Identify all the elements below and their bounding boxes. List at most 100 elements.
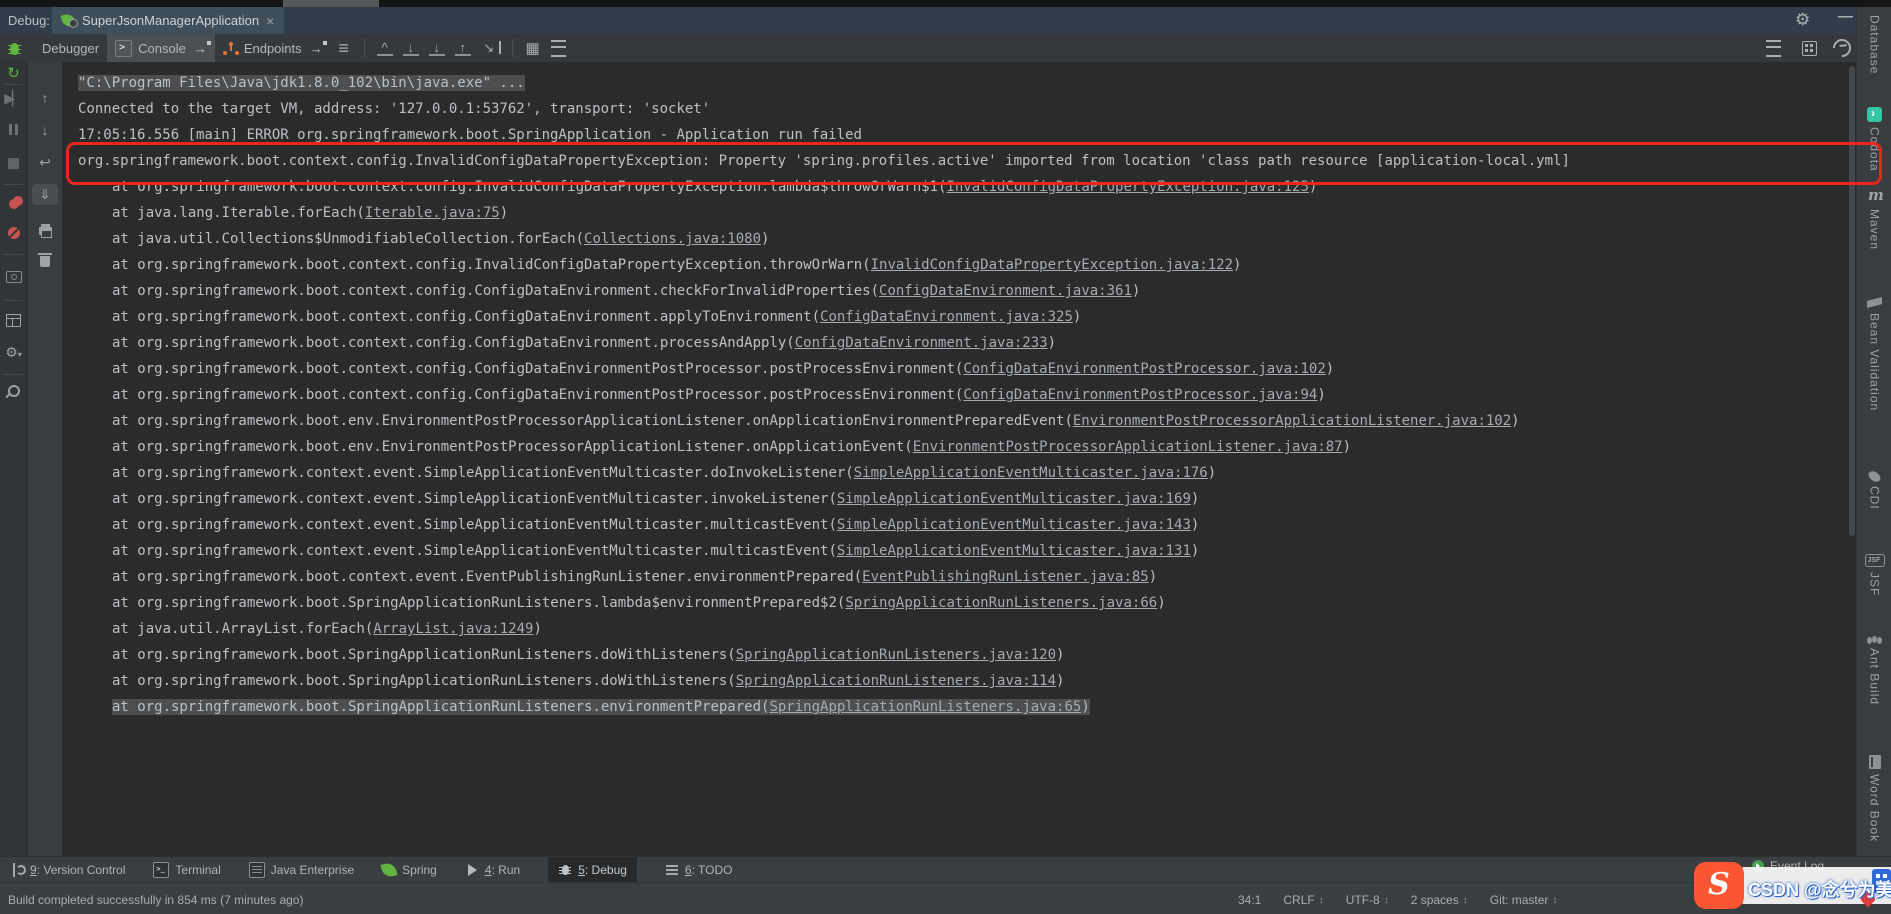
stripe-item-bean-validation[interactable]: Bean Validation <box>1857 295 1891 411</box>
line-separator[interactable]: CRLF ↕ <box>1283 893 1323 907</box>
console-line: at org.springframework.boot.context.conf… <box>112 335 1057 351</box>
stack-trace-link[interactable]: ConfigDataEnvironment.java:361 <box>879 283 1132 299</box>
debug-toolbar-row: Debugger Console → Endpoints → ≡ ^ ↓ ↓ ↑… <box>0 34 1891 62</box>
stack-trace-link[interactable]: SimpleApplicationEventMulticaster.java:1… <box>837 543 1191 559</box>
step-out-icon[interactable]: ↑ <box>454 41 471 56</box>
stripe-item-ant-build[interactable]: Ant Build <box>1857 632 1891 705</box>
stripe-item-cdi[interactable]: CDI <box>1857 469 1891 510</box>
up-stack-trace-icon[interactable]: ↑ <box>28 90 62 106</box>
git-branch[interactable]: Git: master ↕ <box>1490 893 1558 907</box>
bottom-item-debug[interactable]: 5: Debug <box>548 856 637 883</box>
console-line: org.springframework.boot.context.config.… <box>78 153 1570 169</box>
stripe-item-database[interactable]: Database <box>1857 15 1891 74</box>
stack-trace-link[interactable]: SpringApplicationRunListeners.java:114 <box>736 673 1056 689</box>
show-execution-point-icon[interactable]: ^ <box>376 41 393 56</box>
evaluate-expression-icon[interactable]: ▦ <box>525 39 541 57</box>
settings-layout-icon[interactable] <box>550 39 566 57</box>
profiler-gauge-icon[interactable] <box>1829 35 1855 61</box>
bottom-tool-bar: 9: Version Control Terminal Java Enterpris… <box>0 856 1891 883</box>
focus-console-arrow-icon[interactable]: → <box>194 40 211 56</box>
print-icon[interactable] <box>28 222 62 238</box>
bottom-item-version-control[interactable]: 9: Version Control <box>10 857 125 883</box>
toolbar-separator <box>511 39 513 57</box>
stack-trace-link[interactable]: ConfigDataEnvironmentPostProcessor.java:… <box>963 387 1317 403</box>
indent-size[interactable]: 2 spaces ↕ <box>1411 893 1468 907</box>
stack-trace-link[interactable]: EnvironmentPostProcessorApplicationListe… <box>913 439 1343 455</box>
settings-gear-icon[interactable]: ⚙ <box>1795 10 1810 30</box>
stack-trace-link[interactable]: InvalidConfigDataPropertyException.java:… <box>871 257 1233 273</box>
stack-trace-link[interactable]: SpringApplicationRunListeners.java:65 <box>769 699 1081 715</box>
stop-program-icon[interactable] <box>0 156 27 172</box>
debug-session-tab[interactable]: SuperJsonManagerApplication × <box>52 7 285 34</box>
scroll-to-end-icon[interactable]: ⇓ <box>32 184 58 205</box>
console-line: at java.lang.Iterable.forEach(Iterable.j… <box>112 205 509 221</box>
debugger-settings-gear-icon[interactable]: ⚙▾ <box>0 344 27 361</box>
tab-endpoints[interactable]: Endpoints → <box>215 34 331 62</box>
tab-debugger[interactable]: Debugger <box>34 34 107 62</box>
stack-trace-link[interactable]: InvalidConfigDataPropertyException.java:… <box>946 179 1308 195</box>
stack-trace-link[interactable]: SimpleApplicationEventMulticaster.java:1… <box>837 517 1191 533</box>
memory-view-icon[interactable] <box>1802 40 1817 56</box>
rerun-icon[interactable]: ↻ <box>0 64 27 82</box>
stack-trace-link[interactable]: ConfigDataEnvironment.java:233 <box>795 335 1048 351</box>
stack-trace-link[interactable]: ConfigDataEnvironment.java:325 <box>820 309 1073 325</box>
soft-wrap-icon[interactable]: ↩ <box>28 154 62 171</box>
view-breakpoints-icon[interactable] <box>0 196 27 212</box>
console-output[interactable]: "C:\Program Files\Java\jdk1.8.0_102\bin\… <box>62 62 1864 864</box>
console-icon <box>115 39 133 57</box>
stack-trace-link[interactable]: Collections.java:1080 <box>584 231 761 247</box>
ide-debug-window: Debug: SuperJsonManagerApplication × ⚙ —… <box>0 0 1891 914</box>
focus-endpoints-arrow-icon[interactable]: → <box>310 40 327 56</box>
stripe-item-maven[interactable]: Maven <box>1857 186 1891 250</box>
updown-arrow-icon: ↕ <box>1552 894 1558 906</box>
pin-tab-icon[interactable] <box>0 382 27 400</box>
stack-trace-link[interactable]: Iterable.java:75 <box>365 205 500 221</box>
stack-trace-link[interactable]: SpringApplicationRunListeners.java:66 <box>845 595 1157 611</box>
stack-trace-link[interactable]: ConfigDataEnvironmentPostProcessor.java:… <box>963 361 1325 377</box>
bottom-item-todo[interactable]: 6: TODO <box>665 857 733 883</box>
status-bar: Build completed successfully in 854 ms (… <box>0 882 1891 914</box>
bottom-item-java-enterprise[interactable]: Java Enterprise <box>248 857 354 883</box>
caret-position[interactable]: 34:1 <box>1238 893 1261 907</box>
stack-trace-link[interactable]: EventPublishingRunListener.java:85 <box>862 569 1149 585</box>
bottom-item-run[interactable]: 4: Run <box>465 857 520 883</box>
spring-boot-bug-icon <box>7 41 22 56</box>
stripe-item-word-book[interactable]: Word Book <box>1857 755 1891 842</box>
thread-dump-camera-icon[interactable] <box>0 270 27 286</box>
divider <box>4 374 23 375</box>
console-soft-menu-icon[interactable] <box>1766 39 1781 57</box>
tab-endpoints-label: Endpoints <box>243 40 302 56</box>
bottom-item-spring[interactable]: Spring <box>380 857 437 883</box>
stack-trace-link[interactable]: SpringApplicationRunListeners.java:120 <box>736 647 1056 663</box>
resume-program-icon[interactable]: ▶ <box>0 90 27 107</box>
bottom-item-label: 4: Run <box>484 862 521 877</box>
stack-trace-link[interactable]: SimpleApplicationEventMulticaster.java:1… <box>854 465 1208 481</box>
stripe-item-jsf[interactable]: JSF <box>1857 552 1891 596</box>
clear-all-icon[interactable] <box>28 253 62 270</box>
debug-header-row: Debug: SuperJsonManagerApplication × ⚙ — <box>0 7 1891 34</box>
terminal-icon <box>153 861 170 878</box>
console-scrollbar[interactable] <box>1848 62 1856 854</box>
stack-trace-link[interactable]: SimpleApplicationEventMulticaster.java:1… <box>837 491 1191 507</box>
tab-console[interactable]: Console → <box>107 34 215 62</box>
close-tab-icon[interactable]: × <box>266 14 274 28</box>
pause-program-icon[interactable] <box>0 122 27 138</box>
file-encoding[interactable]: UTF-8 ↕ <box>1346 893 1389 907</box>
hamburger-menu-icon[interactable]: ≡ <box>336 38 352 59</box>
bottom-item-terminal[interactable]: Terminal <box>153 857 221 883</box>
step-into-icon[interactable]: ↓ <box>428 41 445 56</box>
run-to-cursor-icon[interactable]: ↘ <box>481 40 501 56</box>
console-line: at org.springframework.boot.SpringApplic… <box>112 647 1065 663</box>
stripe-item-codota[interactable]: Codota <box>1857 106 1891 172</box>
down-stack-trace-icon[interactable]: ↓ <box>28 122 62 138</box>
watermark-text: CSDN @念兮为美 <box>1748 880 1891 900</box>
hide-window-icon[interactable]: — <box>1838 8 1853 25</box>
restore-layout-icon[interactable] <box>0 314 27 330</box>
stripe-label: Bean Validation <box>1867 313 1882 412</box>
scrollbar-thumb[interactable] <box>1849 66 1855 536</box>
mute-breakpoints-icon[interactable] <box>0 226 27 242</box>
updown-arrow-icon: ↕ <box>1383 894 1389 906</box>
stack-trace-link[interactable]: EnvironmentPostProcessorApplicationListe… <box>1073 413 1511 429</box>
stack-trace-link[interactable]: ArrayList.java:1249 <box>373 621 533 637</box>
step-over-icon[interactable]: ↓ <box>402 41 419 56</box>
